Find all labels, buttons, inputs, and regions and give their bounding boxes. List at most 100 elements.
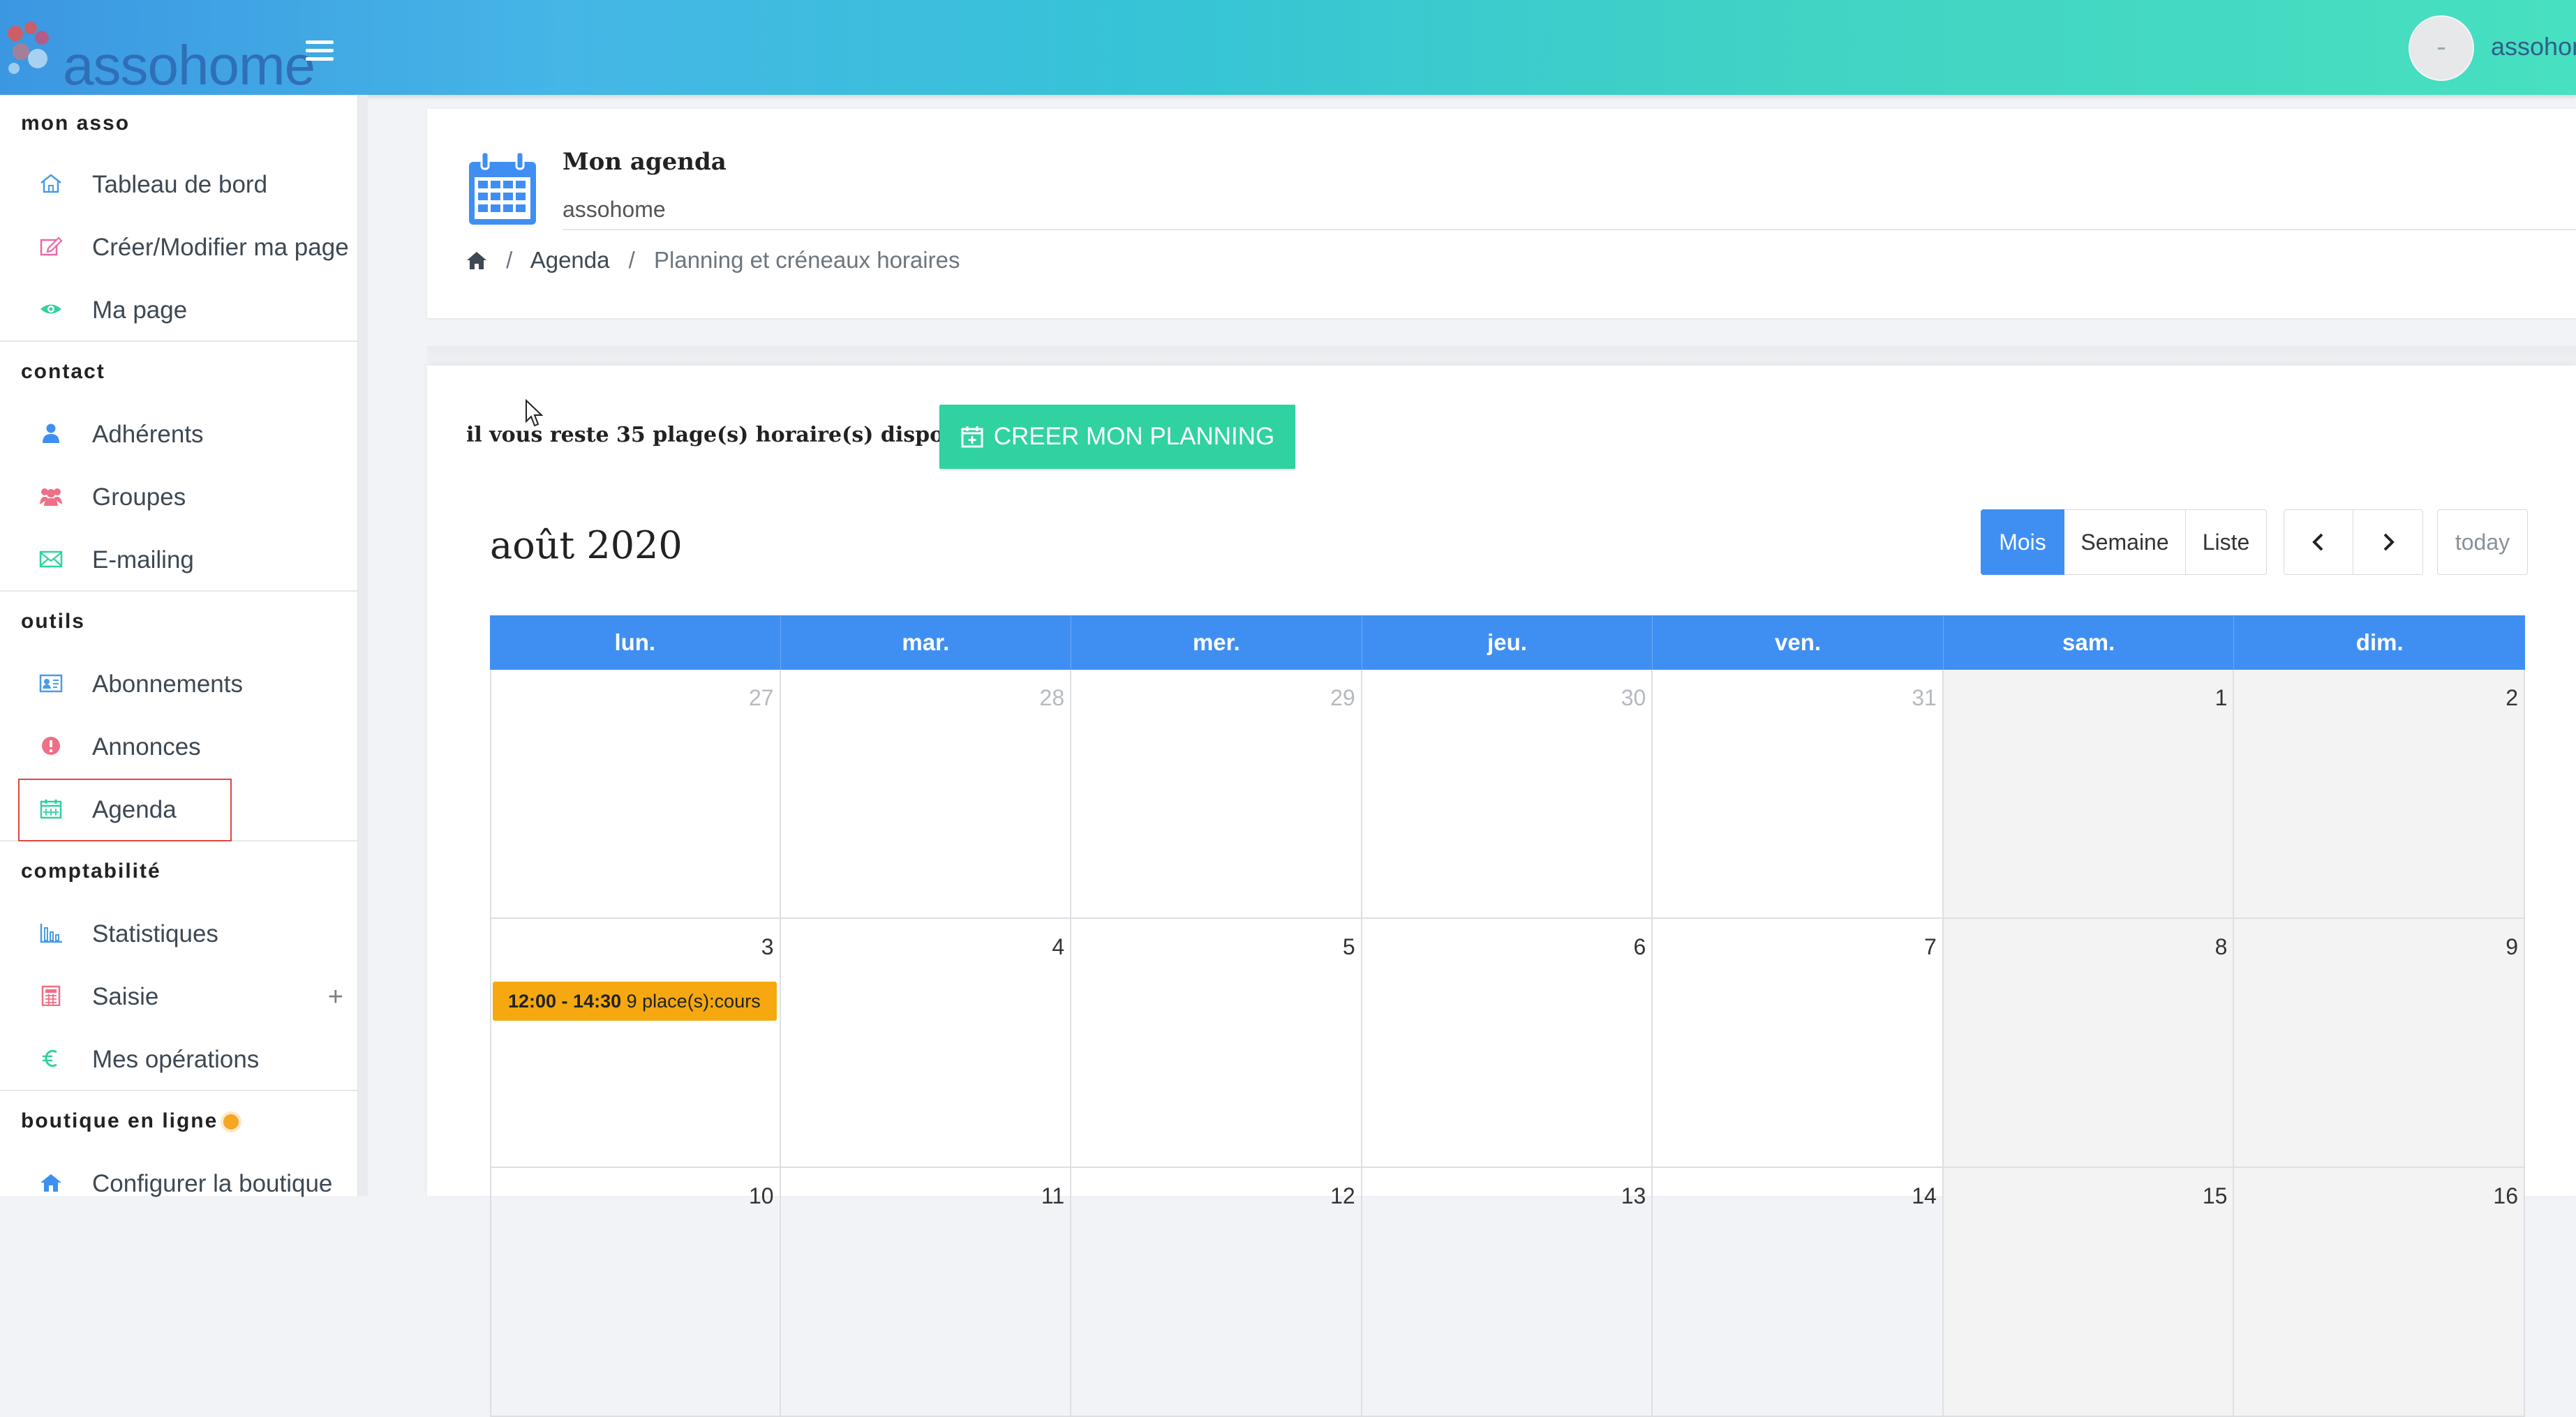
sidebar-item-e-mailing[interactable]: E-mailing [0,527,367,590]
sidebar-item-configurer-la-boutique[interactable]: Configurer la boutique [0,1151,367,1214]
day-cell[interactable]: 16 [2234,1168,2525,1417]
sidebar-item-label: Configurer la boutique [92,1170,333,1197]
users-icon [40,488,62,506]
avatar[interactable] [2409,15,2474,81]
sidebar-item-label: Agenda [92,796,177,823]
day-number: 8 [2214,934,2228,959]
user-menu[interactable]: assohome [2409,15,2576,81]
sidebar-item-tableau-de-bord[interactable]: Tableau de bord [0,152,367,215]
day-cell[interactable]: 28 [780,670,1072,919]
day-cell[interactable]: 29 [1071,670,1362,919]
sidebar: mon asso Tableau de bord Créer/Modifier … [0,95,368,1197]
view-month-button[interactable]: Mois [1981,509,2064,575]
today-button[interactable]: today [2437,509,2528,575]
day-number: 5 [1342,934,1355,959]
day-cell[interactable]: 12 [1071,1168,1362,1417]
day-cell[interactable]: 10 [490,1168,781,1417]
page-title: Mon agenda [563,148,727,176]
day-cell[interactable]: 7 [1653,919,1944,1168]
create-planning-label: CREER MON PLANNING [993,423,1275,450]
day-cell[interactable]: 31 [1653,670,1944,919]
day-number: 29 [1330,685,1355,710]
sidebar-item-abonnements[interactable]: Abonnements [0,652,367,714]
envelope-icon [39,550,63,568]
view-switcher: Mois Semaine Liste [1981,509,2267,576]
day-cell[interactable]: 30 [1362,670,1653,919]
day-cell[interactable]: 14 [1653,1168,1944,1417]
sidebar-item-statistiques[interactable]: Statistiques [0,901,367,964]
day-cell[interactable]: 15 [1943,1168,2235,1417]
home-icon [40,1174,61,1192]
euro-icon [43,1049,57,1067]
day-cell[interactable]: 8 [1943,919,2235,1168]
day-number: 14 [1912,1183,1937,1208]
divider [563,229,2576,230]
sidebar-item-label: Groupes [92,483,186,511]
sidebar-scrollbar[interactable] [357,95,368,1196]
calendar-grid: lun. mar. mer. jeu. ven. sam. dim. 27 28… [490,615,2525,1417]
sidebar-item-label: Abonnements [92,670,243,698]
calendar-week-row: 10 11 12 13 14 15 16 [490,1168,2525,1417]
day-cell[interactable]: 3 12:00 - 14:30 9 place(s):cours [490,919,781,1168]
bar-chart-icon [40,924,62,943]
sidebar-item-label: Annonces [92,733,201,760]
calendar-event[interactable]: 12:00 - 14:30 9 place(s):cours [493,982,777,1021]
hamburger-menu-icon[interactable] [306,40,334,63]
calendar-week-row: 3 12:00 - 14:30 9 place(s):cours 4 5 6 7… [490,919,2525,1168]
day-cell[interactable]: 9 [2234,919,2525,1168]
sidebar-item-annonces[interactable]: Annonces [0,714,367,777]
edit-icon [40,237,63,256]
prev-month-button[interactable] [2284,509,2353,575]
day-number: 6 [1633,934,1646,959]
sidebar-item-mes-operations[interactable]: Mes opérations [0,1027,367,1090]
view-list-button[interactable]: Liste [2186,509,2267,575]
calendar-week-row: 27 28 29 30 31 1 2 [490,670,2525,919]
sidebar-item-label: Créer/Modifier ma page [92,234,349,261]
breadcrumb-link-agenda[interactable]: Agenda [530,247,610,273]
alert-icon [42,737,60,755]
top-navbar: assohome assohome [0,0,2576,96]
home-icon[interactable] [466,250,487,270]
day-number: 11 [1041,1183,1065,1208]
weekday-label: ven. [1653,615,1944,670]
sidebar-item-adherents[interactable]: Adhérents [0,402,367,465]
sidebar-item-agenda[interactable]: Agenda [0,777,367,841]
breadcrumb-current: Planning et créneaux horaires [654,247,960,273]
sidebar-item-ma-page[interactable]: Ma page [0,278,367,340]
day-cell[interactable]: 1 [1943,670,2235,919]
chevron-right-icon [2383,533,2395,551]
day-number: 4 [1052,934,1065,959]
day-cell[interactable]: 2 [2234,670,2525,919]
day-number: 27 [748,685,774,710]
sidebar-item-saisie[interactable]: Saisie + [0,964,367,1027]
create-planning-button[interactable]: CREER MON PLANNING [939,405,1295,469]
calendar-icon [40,800,62,819]
chevron-left-icon [2312,533,2323,551]
home-icon [40,174,61,193]
day-cell[interactable]: 5 [1071,919,1362,1168]
day-cell[interactable]: 11 [780,1168,1072,1417]
logo-mark-icon [8,22,49,74]
day-cell[interactable]: 13 [1362,1168,1653,1417]
sidebar-item-label: Statistiques [92,920,218,947]
section-title: boutique en ligne [21,1109,218,1132]
today-group: today [2437,509,2528,576]
status-dot-icon [223,1114,239,1130]
user-icon [43,423,59,443]
day-cell[interactable]: 4 [780,919,1072,1168]
sidebar-item-creer-modifier-ma-page[interactable]: Créer/Modifier ma page [0,215,367,278]
day-number: 30 [1621,685,1646,710]
logo[interactable]: assohome [0,13,315,96]
event-title: 9 place(s):cours [626,991,761,1012]
day-number: 9 [2506,934,2518,959]
expand-plus-icon[interactable]: + [328,982,343,1012]
sidebar-item-groupes[interactable]: Groupes [0,465,367,527]
next-month-button[interactable] [2353,509,2423,575]
user-name[interactable]: assohome [2491,32,2576,61]
mouse-cursor-icon [526,399,544,427]
day-cell[interactable]: 27 [490,670,781,919]
view-week-button[interactable]: Semaine [2064,509,2186,575]
weekday-label: mar. [781,615,1072,670]
section-band [427,346,2576,366]
day-cell[interactable]: 6 [1362,919,1653,1168]
